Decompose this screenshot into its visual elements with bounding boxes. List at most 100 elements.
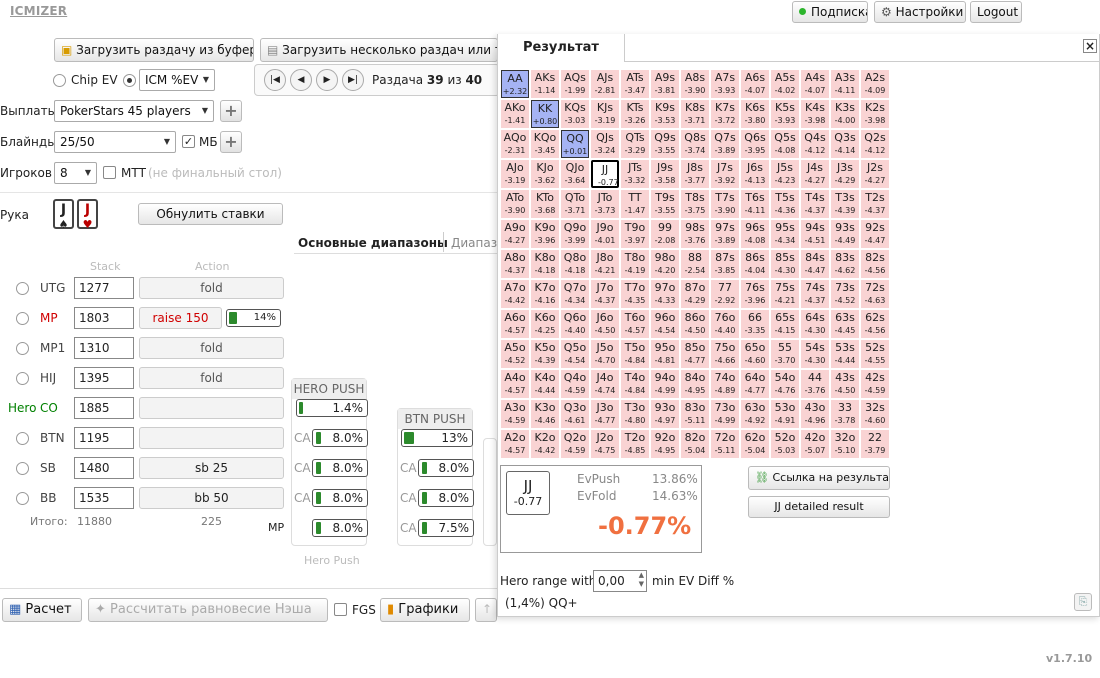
hand-cell-jts[interactable]: JTs -3.32 bbox=[621, 160, 649, 188]
btn-ca-bar-3[interactable]: 7.5% bbox=[418, 519, 474, 537]
hand-cell-t3s[interactable]: T3s -4.39 bbox=[831, 190, 859, 218]
hand-card-spade[interactable]: J ♠ bbox=[53, 199, 74, 231]
hand-cell-33[interactable]: 33 -3.78 bbox=[831, 400, 859, 428]
sb-stack-input[interactable]: 1480 bbox=[74, 457, 134, 479]
hand-cell-q8o[interactable]: Q8o -4.18 bbox=[561, 250, 589, 278]
hand-cell-q9s[interactable]: Q9s -3.55 bbox=[651, 130, 679, 158]
hero-ca-bar-2[interactable]: 8.0% bbox=[312, 459, 368, 477]
hand-cell-jj[interactable]: JJ -0.77 bbox=[591, 160, 619, 188]
hand-cell-kjs[interactable]: KJs -3.19 bbox=[591, 100, 619, 128]
btn-push-bar[interactable]: 13% bbox=[401, 429, 473, 447]
btn-ca-bar-1[interactable]: 8.0% bbox=[418, 459, 474, 477]
hand-cell-k8s[interactable]: K8s -3.71 bbox=[681, 100, 709, 128]
hand-cell-a5s[interactable]: A5s -4.02 bbox=[771, 70, 799, 98]
hand-cell-k5s[interactable]: K5s -3.93 bbox=[771, 100, 799, 128]
hand-cell-q5s[interactable]: Q5s -4.08 bbox=[771, 130, 799, 158]
hand-cell-a8o[interactable]: A8o -4.37 bbox=[501, 250, 529, 278]
hand-cell-a4o[interactable]: A4o -4.57 bbox=[501, 370, 529, 398]
hand-cell-32o[interactable]: 32o -5.10 bbox=[831, 430, 859, 458]
hand-cell-82o[interactable]: 82o -5.04 bbox=[681, 430, 709, 458]
hand-cell-92s[interactable]: 92s -4.47 bbox=[861, 220, 889, 248]
chip-ev-radio[interactable] bbox=[53, 74, 66, 87]
hand-cell-ajo[interactable]: AJo -3.19 bbox=[501, 160, 529, 188]
hand-cell-k2s[interactable]: K2s -3.98 bbox=[861, 100, 889, 128]
load-hand-button[interactable]: ▣ Загрузить раздачу из буфера bbox=[54, 38, 254, 62]
hand-cell-q4s[interactable]: Q4s -4.12 bbox=[801, 130, 829, 158]
hand-cell-54s[interactable]: 54s -4.30 bbox=[801, 340, 829, 368]
hand-cell-j9o[interactable]: J9o -4.01 bbox=[591, 220, 619, 248]
result-link-button[interactable]: ⛓ Ссылка на результат bbox=[748, 466, 890, 490]
utg-stack-input[interactable]: 1277 bbox=[74, 277, 134, 299]
btn-radio[interactable] bbox=[16, 432, 29, 445]
hand-cell-86o[interactable]: 86o -4.50 bbox=[681, 310, 709, 338]
hand-cell-64s[interactable]: 64s -4.30 bbox=[801, 310, 829, 338]
hand-cell-qts[interactable]: QTs -3.29 bbox=[621, 130, 649, 158]
hand-cell-aks[interactable]: AKs -1.14 bbox=[531, 70, 559, 98]
next-hand-icon[interactable]: ▶ bbox=[316, 69, 338, 91]
hand-cell-75o[interactable]: 75o -4.66 bbox=[711, 340, 739, 368]
utg-action-button[interactable]: fold bbox=[139, 277, 284, 299]
hand-cell-k4o[interactable]: K4o -4.44 bbox=[531, 370, 559, 398]
hand-cell-k3o[interactable]: K3o -4.46 bbox=[531, 400, 559, 428]
hand-cell-k7o[interactable]: K7o -4.16 bbox=[531, 280, 559, 308]
hand-cell-a2s[interactable]: A2s -4.09 bbox=[861, 70, 889, 98]
hand-cell-k8o[interactable]: K8o -4.18 bbox=[531, 250, 559, 278]
hand-cell-kk[interactable]: KK +0.80 bbox=[531, 100, 559, 128]
hand-cell-j3o[interactable]: J3o -4.77 bbox=[591, 400, 619, 428]
hand-cell-55[interactable]: 55 -3.70 bbox=[771, 340, 799, 368]
hand-cell-43o[interactable]: 43o -4.96 bbox=[801, 400, 829, 428]
ev-mode-select[interactable]: ICM %EV ▼ bbox=[139, 69, 215, 91]
fgs-checkbox[interactable] bbox=[334, 603, 347, 616]
hand-cell-65s[interactable]: 65s -4.15 bbox=[771, 310, 799, 338]
hand-cell-j3s[interactable]: J3s -4.29 bbox=[831, 160, 859, 188]
hand-cell-75s[interactable]: 75s -4.21 bbox=[771, 280, 799, 308]
hand-cell-82s[interactable]: 82s -4.56 bbox=[861, 250, 889, 278]
hand-cell-a8s[interactable]: A8s -3.90 bbox=[681, 70, 709, 98]
hand-cell-84o[interactable]: 84o -4.95 bbox=[681, 370, 709, 398]
hand-cell-ajs[interactable]: AJs -2.81 bbox=[591, 70, 619, 98]
logout-button[interactable]: Logout bbox=[970, 1, 1022, 23]
hand-cell-74o[interactable]: 74o -4.89 bbox=[711, 370, 739, 398]
hand-cell-t8s[interactable]: T8s -3.75 bbox=[681, 190, 709, 218]
hand-cell-j4o[interactable]: J4o -4.74 bbox=[591, 370, 619, 398]
nash-button[interactable]: ✦ Рассчитать равновесие Нэша bbox=[88, 598, 328, 622]
hand-cell-t7s[interactable]: T7s -3.90 bbox=[711, 190, 739, 218]
hand-cell-86s[interactable]: 86s -4.04 bbox=[741, 250, 769, 278]
hand-cell-q7s[interactable]: Q7s -3.89 bbox=[711, 130, 739, 158]
hand-cell-a3s[interactable]: A3s -4.11 bbox=[831, 70, 859, 98]
hand-cell-t5o[interactable]: T5o -4.84 bbox=[621, 340, 649, 368]
tab-main-ranges[interactable]: Основные диапазоны bbox=[298, 236, 448, 250]
hand-cell-76o[interactable]: 76o -4.40 bbox=[711, 310, 739, 338]
last-hand-icon[interactable]: ▶| bbox=[342, 69, 364, 91]
hand-cell-k9s[interactable]: K9s -3.53 bbox=[651, 100, 679, 128]
hand-cell-76s[interactable]: 76s -3.96 bbox=[741, 280, 769, 308]
hand-cell-22[interactable]: 22 -3.79 bbox=[861, 430, 889, 458]
hand-cell-a7s[interactable]: A7s -3.93 bbox=[711, 70, 739, 98]
hand-cell-42s[interactable]: 42s -4.59 bbox=[861, 370, 889, 398]
hand-cell-66[interactable]: 66 -3.35 bbox=[741, 310, 769, 338]
calculate-button[interactable]: ▦ Расчет bbox=[2, 598, 82, 622]
hand-cell-73s[interactable]: 73s -4.52 bbox=[831, 280, 859, 308]
hand-cell-98o[interactable]: 98o -4.20 bbox=[651, 250, 679, 278]
hand-cell-ato[interactable]: ATo -3.90 bbox=[501, 190, 529, 218]
hand-cell-83s[interactable]: 83s -4.62 bbox=[831, 250, 859, 278]
hand-cell-43s[interactable]: 43s -4.50 bbox=[831, 370, 859, 398]
hand-cell-aqo[interactable]: AQo -2.31 bbox=[501, 130, 529, 158]
bb-radio[interactable] bbox=[16, 492, 29, 505]
hand-cell-j2o[interactable]: J2o -4.75 bbox=[591, 430, 619, 458]
mp-action-button[interactable]: raise 150 bbox=[139, 307, 222, 329]
hand-cell-k4s[interactable]: K4s -3.98 bbox=[801, 100, 829, 128]
hand-cell-q2s[interactable]: Q2s -4.12 bbox=[861, 130, 889, 158]
hand-cell-q6o[interactable]: Q6o -4.40 bbox=[561, 310, 589, 338]
hand-cell-q9o[interactable]: Q9o -3.99 bbox=[561, 220, 589, 248]
hand-cell-j2s[interactable]: J2s -4.27 bbox=[861, 160, 889, 188]
hand-cell-k3s[interactable]: K3s -4.00 bbox=[831, 100, 859, 128]
add-blinds-button[interactable]: + bbox=[220, 131, 242, 153]
hand-cell-k7s[interactable]: K7s -3.72 bbox=[711, 100, 739, 128]
hand-card-heart[interactable]: J ♥ bbox=[77, 199, 98, 231]
hand-cell-qjs[interactable]: QJs -3.24 bbox=[591, 130, 619, 158]
bb-stack-input[interactable]: 1535 bbox=[74, 487, 134, 509]
detailed-result-button[interactable]: JJ detailed result bbox=[748, 496, 890, 518]
app-logo[interactable]: ICMIZER bbox=[10, 4, 67, 18]
hand-cell-t7o[interactable]: T7o -4.35 bbox=[621, 280, 649, 308]
